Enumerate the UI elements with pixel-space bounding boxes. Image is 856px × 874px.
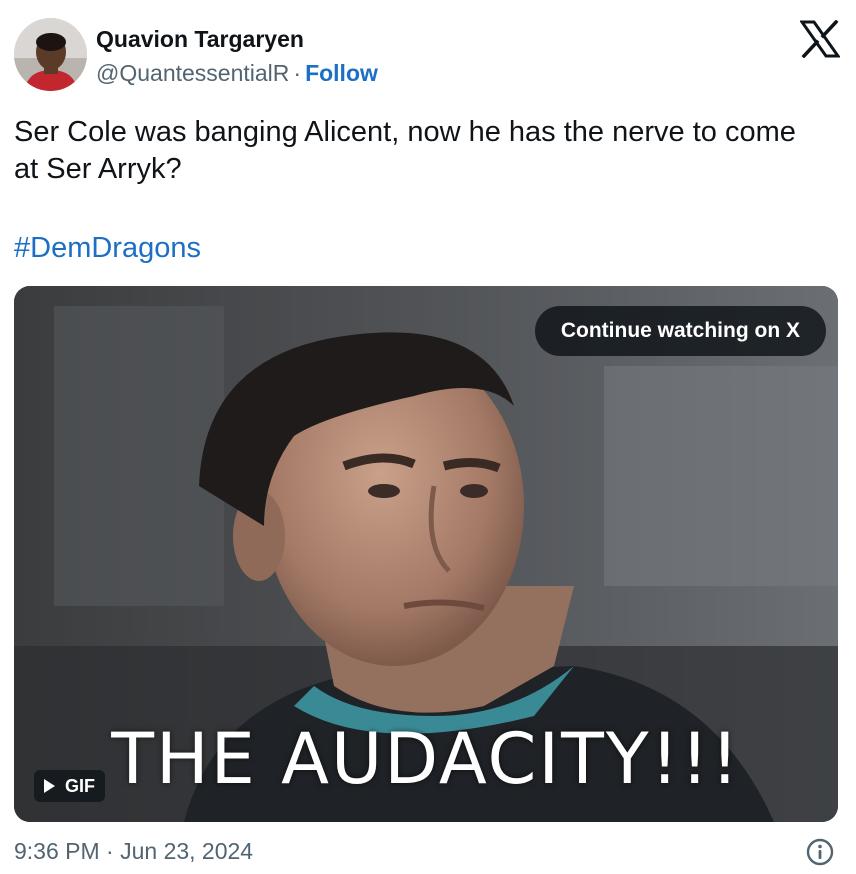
- continue-watching-button[interactable]: Continue watching on X: [534, 306, 826, 356]
- gif-media[interactable]: Continue watching on X THE AUDACITY!!! G…: [14, 286, 838, 822]
- author-meta: @QuantessentialR · Follow: [96, 60, 378, 87]
- author-name[interactable]: Quavion Targaryen: [96, 26, 304, 53]
- follow-button[interactable]: Follow: [305, 60, 378, 86]
- author-handle[interactable]: @QuantessentialR: [96, 60, 289, 86]
- tweet-timestamp[interactable]: 9:36 PM · Jun 23, 2024: [14, 838, 253, 865]
- avatar-image: [14, 18, 87, 91]
- play-icon: [44, 779, 55, 793]
- tweet-header: Quavion Targaryen @QuantessentialR · Follo…: [14, 18, 842, 98]
- x-logo-icon[interactable]: [800, 20, 840, 58]
- gif-label: GIF: [65, 776, 95, 796]
- avatar[interactable]: [14, 18, 87, 91]
- info-icon[interactable]: [806, 838, 834, 866]
- hashtag-link[interactable]: #DemDragons: [14, 230, 201, 267]
- separator-dot: ·: [293, 60, 302, 86]
- gif-badge[interactable]: GIF: [34, 770, 105, 802]
- tweet-text: Ser Cole was banging Alicent, now he has…: [14, 116, 796, 185]
- gif-caption: THE AUDACITY!!!: [111, 718, 741, 800]
